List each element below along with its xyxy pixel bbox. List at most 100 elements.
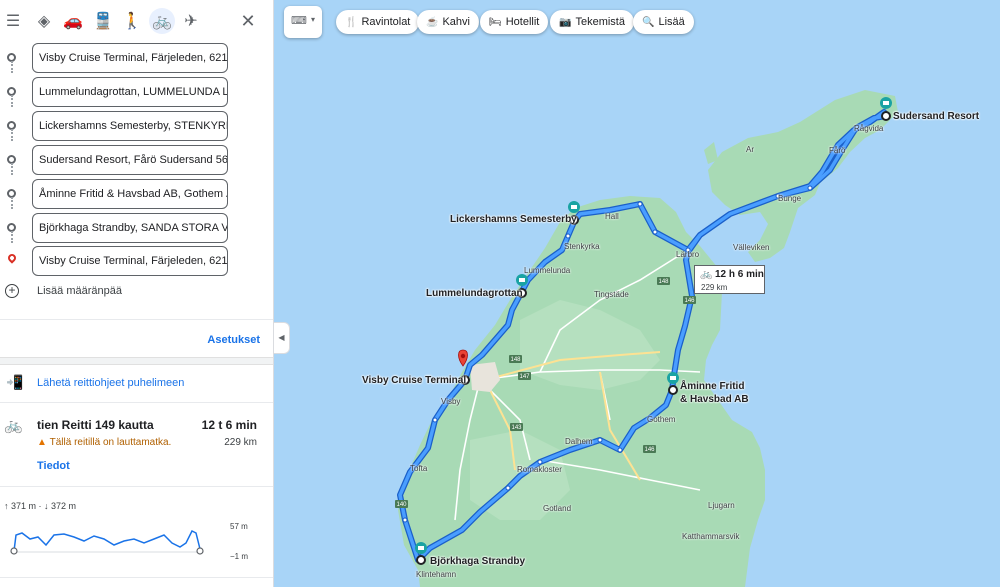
connector-dots [11, 231, 13, 243]
road-number: 148 [659, 279, 670, 285]
stop-input[interactable]: Sudersand Resort, Fårö Sudersand 5650, [32, 145, 228, 175]
bicycle-icon[interactable]: 🚲 [149, 8, 175, 34]
add-destination-label: Lisää määränpää [37, 285, 123, 297]
route-warning: ▲ Tällä reitillä on lauttamatka. [37, 437, 172, 448]
connector-dots [11, 129, 13, 141]
connector-dots [11, 61, 13, 73]
close-icon[interactable]: ✕ [237, 10, 259, 32]
elevation-end-marker [196, 547, 204, 555]
elevation-line [13, 529, 201, 552]
directions-diamond-icon[interactable]: ◈ [33, 10, 55, 32]
collapse-panel-button[interactable]: ◀ [274, 322, 290, 354]
stop-row: Visby Cruise Terminal, Färjeleden, 621 5… [0, 246, 273, 276]
place-label-sudersand[interactable]: Sudersand Resort [893, 111, 979, 122]
road-number: 146 [685, 298, 696, 304]
lodging-pin-icon [568, 201, 580, 213]
chip-coffee[interactable]: ☕ Kahvi [417, 10, 479, 34]
stop-input[interactable]: Lummelundagrottan, LUMMELUNDA LUM [32, 77, 228, 107]
restaurant-icon: 🍴 [345, 17, 358, 28]
coffee-icon: ☕ [426, 17, 439, 28]
town-label: Stenkyrka [564, 242, 600, 251]
place-label-aminne-1[interactable]: Åminne Fritid [680, 381, 744, 392]
menu-icon[interactable]: ☰ [2, 10, 24, 32]
place-label-aminne-2[interactable]: & Havsbad AB [680, 394, 749, 405]
divider [0, 402, 273, 403]
input-tools-button[interactable]: ⌨ ▾ [284, 6, 322, 38]
stop-marker [416, 555, 426, 565]
chip-restaurants[interactable]: 🍴 Ravintolat [336, 10, 420, 34]
stop-row: Åminne Fritid & Havsbad AB, Gothem Åm [0, 179, 273, 209]
stop-marker [668, 385, 678, 395]
map-canvas[interactable]: 148 148 147 143 146 146 140 [274, 0, 1000, 587]
send-to-phone-icon: 📲 [6, 374, 24, 390]
section-divider [0, 357, 273, 365]
add-destination-button[interactable]: + Lisää määränpää [0, 284, 273, 304]
walking-icon[interactable]: 🚶 [121, 10, 143, 32]
town-label: Lummelunda [524, 266, 571, 275]
travel-mode-bar: ☰ ◈ 🚗 🚆 🚶 🚲 ✈ ✕ [0, 0, 273, 42]
stop-input[interactable]: Visby Cruise Terminal, Färjeleden, 621 5… [32, 43, 228, 73]
details-link[interactable]: Tiedot [37, 460, 70, 472]
town-label: Klintehamn [416, 570, 457, 579]
elevation-summary: ↑ 371 m · ↓ 372 m [4, 501, 77, 511]
connector-dots [11, 197, 13, 209]
chevron-down-icon: ▾ [311, 15, 316, 24]
route-distance: 229 km [224, 437, 257, 448]
town-label: Gothem [647, 415, 676, 424]
route-duration-callout[interactable]: 🚲 12 h 6 min 229 km [694, 265, 765, 294]
camera-icon: 📷 [559, 17, 572, 28]
destination-pin-icon [6, 252, 18, 264]
divider [0, 577, 273, 578]
lodging-pin-icon [415, 542, 427, 554]
stop-input[interactable]: Björkhaga Strandby, SANDA STORA VARE [32, 213, 228, 243]
directions-panel: ☰ ◈ 🚗 🚆 🚶 🚲 ✈ ✕ Visby Cruise Terminal, F… [0, 0, 274, 587]
callout-distance: 229 km [701, 283, 728, 292]
lodging-pin-icon [667, 372, 679, 384]
stop-input[interactable]: Lickershamns Semesterby, STENKYRKA L [32, 111, 228, 141]
stop-input[interactable]: Visby Cruise Terminal, Färjeleden, 621 5… [32, 246, 228, 276]
elevation-profile-chart[interactable] [0, 525, 230, 565]
place-label-visby-terminal[interactable]: Visby Cruise Terminal [362, 375, 466, 386]
town-label: Lärbro [676, 250, 700, 259]
stop-marker [881, 111, 891, 121]
map[interactable]: 148 148 147 143 146 146 140 [274, 0, 1000, 587]
road-number: 140 [397, 502, 408, 508]
place-label-lummelundagrottan[interactable]: Lummelundagrottan [426, 288, 523, 299]
send-to-phone-label: Lähetä reittiohjeet puhelimeen [37, 377, 185, 389]
town-label: Ljugarn [708, 501, 735, 510]
route-option[interactable]: 🚲 tien Reitti 149 kautta 12 t 6 min ▲ Tä… [0, 412, 273, 478]
town-label: Tofta [410, 464, 428, 473]
keyboard-icon: ⌨ [291, 15, 307, 27]
route-name: tien Reitti 149 kautta [37, 418, 154, 432]
stop-row: Lickershamns Semesterby, STENKYRKA L [0, 111, 273, 141]
warning-icon: ▲ [37, 437, 47, 448]
connector-dots [11, 95, 13, 107]
transit-icon[interactable]: 🚆 [92, 10, 114, 32]
town-label: Tingstäde [594, 290, 629, 299]
town-label: Visby [441, 397, 461, 406]
chip-hotels[interactable]: 🛏 Hotellit [480, 10, 549, 34]
stop-row: Sudersand Resort, Fårö Sudersand 5650, [0, 145, 273, 175]
send-to-phone-button[interactable]: 📲 Lähetä reittiohjeet puhelimeen [0, 372, 273, 394]
town-label: Rågvida [854, 124, 884, 133]
car-icon[interactable]: 🚗 [62, 10, 84, 32]
place-label-bjorkhaga[interactable]: Björkhaga Strandby [430, 556, 525, 567]
bicycle-icon: 🚲 [700, 269, 713, 280]
place-label-lickershamn[interactable]: Lickershamns Semesterby [450, 214, 577, 225]
lodging-pin-icon [880, 97, 892, 109]
town-label: Katthammarsvik [682, 532, 740, 541]
search-icon: 🔍 [642, 17, 655, 28]
divider [0, 319, 273, 320]
stop-row: Visby Cruise Terminal, Färjeleden, 621 5… [0, 43, 273, 73]
attraction-pin-icon [516, 274, 528, 286]
chip-more[interactable]: 🔍 Lisää [633, 10, 694, 34]
hotel-icon: 🛏 [489, 17, 502, 28]
bicycle-icon: 🚲 [4, 417, 23, 434]
settings-link[interactable]: Asetukset [207, 334, 260, 346]
chip-things-to-do[interactable]: 📷 Tekemistä [550, 10, 634, 34]
stop-input[interactable]: Åminne Fritid & Havsbad AB, Gothem Åm [32, 179, 228, 209]
connector-dots [11, 163, 13, 175]
stop-row: Björkhaga Strandby, SANDA STORA VARE [0, 213, 273, 243]
callout-duration: 12 h 6 min [715, 269, 764, 280]
airplane-icon[interactable]: ✈ [180, 10, 202, 32]
